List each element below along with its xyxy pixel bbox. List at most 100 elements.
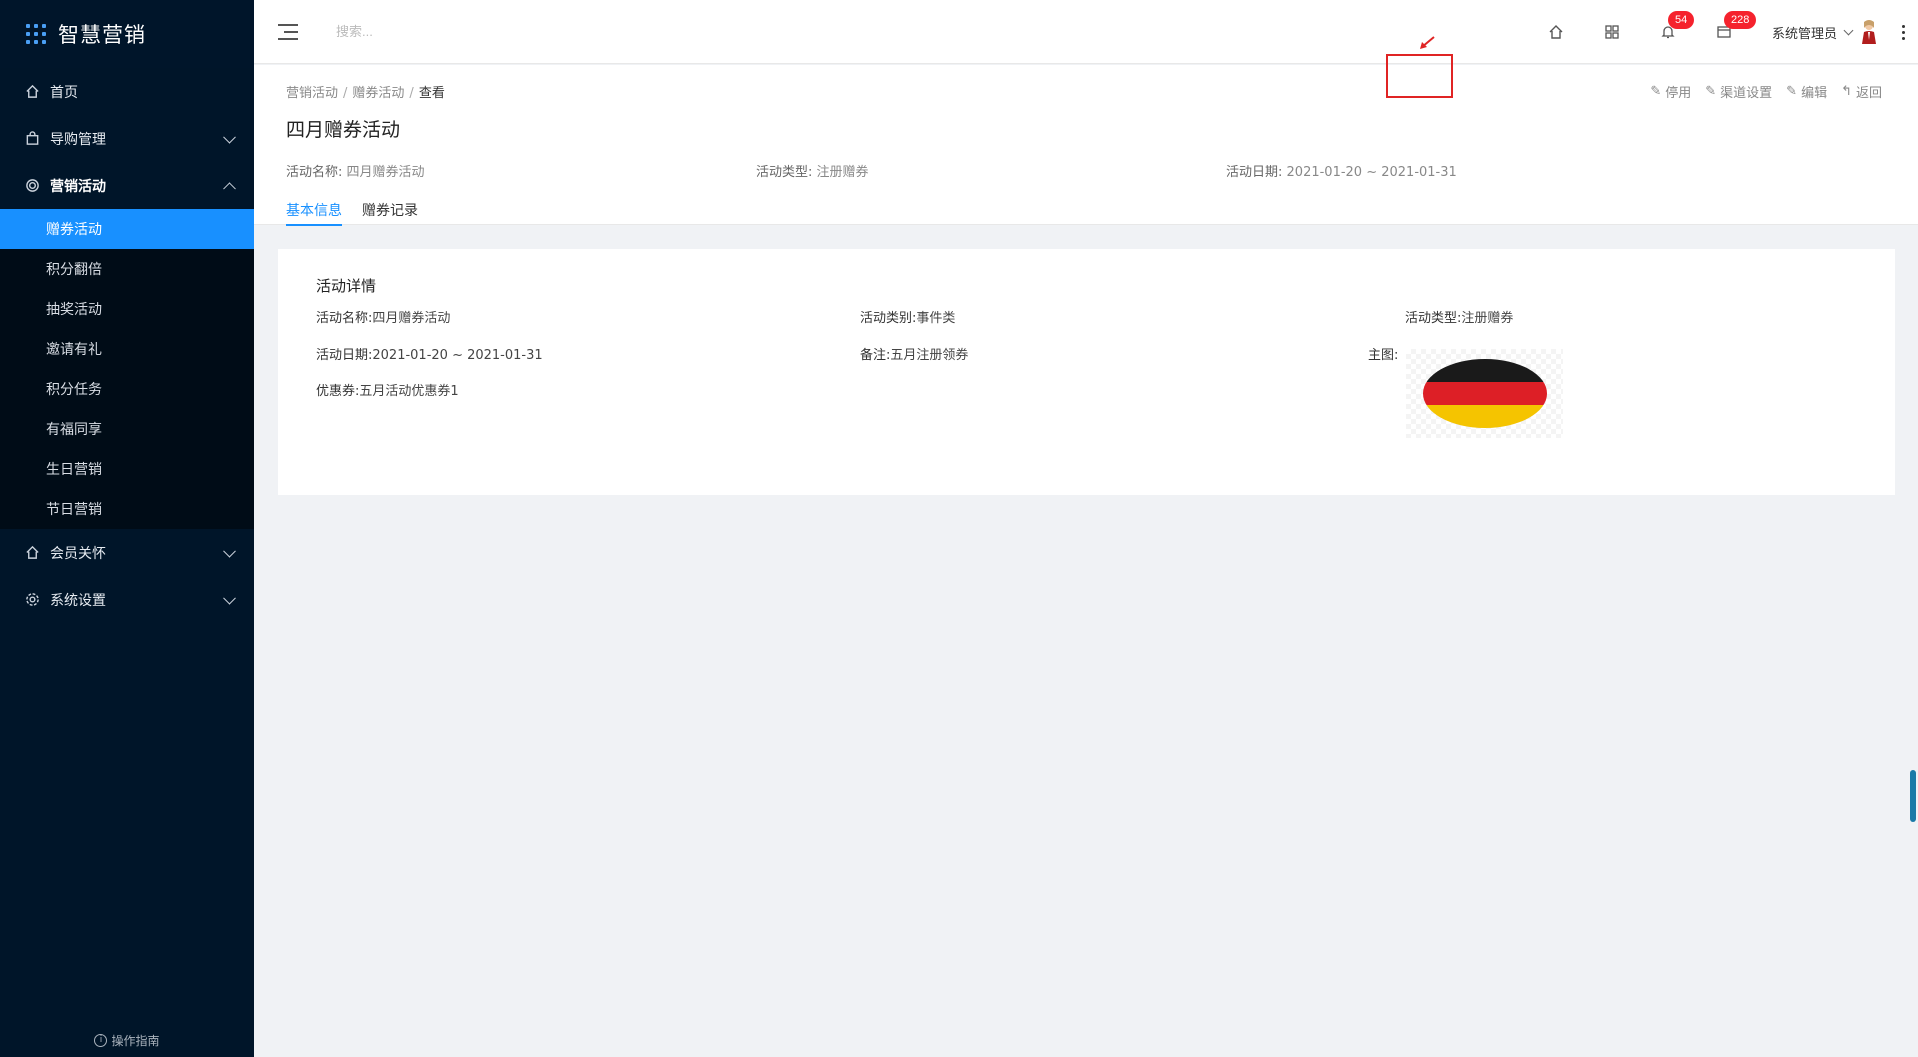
sidebar: 智慧营销 首页 导购管理 营销活动 赠券活动 积分翻倍 抽奖活动 邀请有礼 积分… (0, 0, 254, 1057)
detail-type: 活动类型:注册赠券 (1405, 307, 1513, 326)
tab-basic-info[interactable]: 基本信息 (286, 200, 342, 226)
detail-image: 主图: (1368, 344, 1398, 363)
sidebar-item-guide[interactable]: 导购管理 (0, 115, 254, 162)
breadcrumb: 营销活动 / 赠券活动 / 查看 (286, 86, 445, 101)
app-name: 智慧营销 (58, 23, 146, 47)
breadcrumb-item-coupon[interactable]: 赠券活动 (352, 86, 404, 101)
bell-icon[interactable]: 54 (1640, 0, 1696, 64)
chevron-up-icon (223, 181, 236, 195)
highlight-box (1386, 54, 1453, 98)
message-badge: 228 (1723, 11, 1757, 29)
return-icon: ↰ (1841, 84, 1852, 99)
chevron-down-icon (1843, 25, 1854, 35)
notification-badge: 54 (1667, 11, 1695, 29)
page-header: 营销活动 / 赠券活动 / 查看 四月赠券活动 ✎ 停用 ✎ 渠道设置 ✎ 编辑 ↰ 返… (254, 65, 1918, 226)
edit-button[interactable]: ✎ 编辑 (1786, 82, 1827, 101)
sidebar-item-marketing[interactable]: 营销活动 (0, 162, 254, 209)
pencil-icon: ✎ (1786, 84, 1798, 99)
detail-coupon-label: 优惠券: (316, 384, 360, 399)
card-title: 活动详情 (316, 277, 377, 295)
header-actions: 54 228 系统管理员 (1528, 0, 1918, 64)
summary-type-label: 活动类型: (756, 165, 813, 180)
sidebar-item-label: 会员关怀 (50, 545, 106, 562)
channel-settings-button[interactable]: ✎ 渠道设置 (1705, 82, 1772, 101)
gear-icon (24, 592, 40, 608)
disable-button[interactable]: ✎ 停用 (1650, 82, 1691, 101)
summary-date-value: 2021-01-20 ~ 2021-01-31 (1286, 165, 1457, 180)
detail-tabs: 基本信息 赠券记录 (286, 200, 418, 226)
message-icon[interactable]: 228 (1696, 0, 1757, 64)
sidebar-subitem-invite[interactable]: 邀请有礼 (0, 329, 254, 369)
operation-guide-label: 操作指南 (111, 1034, 160, 1048)
breadcrumb-item-marketing[interactable]: 营销活动 (286, 86, 338, 101)
sidebar-subitem-points-double[interactable]: 积分翻倍 (0, 249, 254, 289)
pencil-icon: ✎ (1705, 84, 1717, 99)
tab-coupon-records[interactable]: 赠券记录 (362, 200, 418, 226)
sidebar-subitem-birthday[interactable]: 生日营销 (0, 449, 254, 489)
grid-logo-icon (26, 24, 46, 44)
detail-type-label: 活动类型: (1405, 311, 1462, 326)
top-header: 54 228 系统管理员 (254, 0, 1918, 64)
avatar (1862, 20, 1876, 44)
sidebar-item-home[interactable]: 首页 (0, 68, 254, 115)
detail-remark-value: 五月注册领券 (890, 348, 969, 363)
scrollbar-thumb[interactable] (1910, 770, 1916, 822)
sidebar-item-label: 导购管理 (50, 131, 106, 148)
more-vertical-icon[interactable] (1888, 0, 1918, 64)
chevron-down-icon (223, 544, 236, 558)
app-logo[interactable]: 智慧营销 (0, 0, 254, 68)
chevron-down-icon (223, 130, 236, 144)
sidebar-item-label: 营销活动 (50, 178, 106, 195)
breadcrumb-item-current: 查看 (418, 86, 445, 101)
user-menu[interactable]: 系统管理员 (1772, 20, 1878, 44)
sidebar-subitem-lottery[interactable]: 抽奖活动 (0, 289, 254, 329)
summary-date: 活动日期: 2021-01-20 ~ 2021-01-31 (1226, 161, 1696, 180)
detail-name: 活动名称:四月赠券活动 (316, 307, 450, 326)
detail-date-label: 活动日期: (316, 348, 373, 363)
back-button[interactable]: ↰ 返回 (1841, 82, 1882, 101)
marketing-submenu: 赠券活动 积分翻倍 抽奖活动 邀请有礼 积分任务 有福同享 生日营销 节日营销 (0, 209, 254, 529)
activity-summary: 活动名称: 四月赠券活动 活动类型: 注册赠券 活动日期: 2021-01-20… (286, 161, 1918, 180)
edit-label: 编辑 (1801, 86, 1828, 101)
activity-detail-card: 活动详情 活动名称:四月赠券活动 活动类别:事件类 活动类型:注册赠券 活动日期… (278, 249, 1895, 495)
pencil-icon: ✎ (1650, 84, 1662, 99)
home-icon (24, 545, 40, 561)
summary-type-value: 注册赠券 (816, 165, 869, 180)
channel-settings-label: 渠道设置 (1720, 86, 1773, 101)
page-title: 四月赠券活动 (286, 119, 401, 141)
detail-category: 活动类别:事件类 (860, 307, 955, 326)
detail-name-value: 四月赠券活动 (372, 311, 451, 326)
sidebar-item-settings[interactable]: 系统设置 (0, 576, 254, 623)
apps-grid-icon[interactable] (1584, 0, 1640, 64)
detail-category-label: 活动类别: (860, 311, 917, 326)
main-image[interactable] (1406, 349, 1563, 438)
sidebar-subitem-share[interactable]: 有福同享 (0, 409, 254, 449)
disable-label: 停用 (1665, 86, 1692, 101)
operation-guide-link[interactable]: i 操作指南 (0, 1032, 254, 1049)
summary-name-label: 活动名称: (286, 165, 343, 180)
summary-name: 活动名称: 四月赠券活动 (286, 161, 756, 180)
bag-icon (24, 131, 40, 147)
info-icon: i (94, 1034, 108, 1047)
red-arrow-icon (1420, 36, 1435, 49)
sidebar-subitem-holiday[interactable]: 节日营销 (0, 489, 254, 529)
detail-name-label: 活动名称: (316, 311, 373, 326)
sidebar-subitem-points-task[interactable]: 积分任务 (0, 369, 254, 409)
home-icon[interactable] (1528, 0, 1584, 64)
page-actions: ✎ 停用 ✎ 渠道设置 ✎ 编辑 ↰ 返回 (1650, 82, 1882, 101)
summary-name-value: 四月赠券活动 (346, 165, 425, 180)
detail-coupon-value: 五月活动优惠券1 (359, 384, 459, 399)
detail-type-value: 注册赠券 (1461, 311, 1514, 326)
target-icon (24, 178, 40, 194)
user-name: 系统管理员 (1771, 26, 1837, 42)
sidebar-item-member-care[interactable]: 会员关怀 (0, 529, 254, 576)
sidebar-item-label: 系统设置 (50, 592, 106, 609)
summary-type: 活动类型: 注册赠券 (756, 161, 1226, 180)
detail-date: 活动日期:2021-01-20 ~ 2021-01-31 (316, 344, 543, 363)
detail-date-value: 2021-01-20 ~ 2021-01-31 (372, 348, 543, 363)
menu-toggle-icon[interactable] (278, 23, 298, 40)
detail-coupon: 优惠券:五月活动优惠券1 (316, 380, 459, 399)
search-input[interactable] (336, 24, 636, 39)
home-icon (24, 84, 40, 100)
sidebar-subitem-coupon[interactable]: 赠券活动 (0, 209, 254, 249)
